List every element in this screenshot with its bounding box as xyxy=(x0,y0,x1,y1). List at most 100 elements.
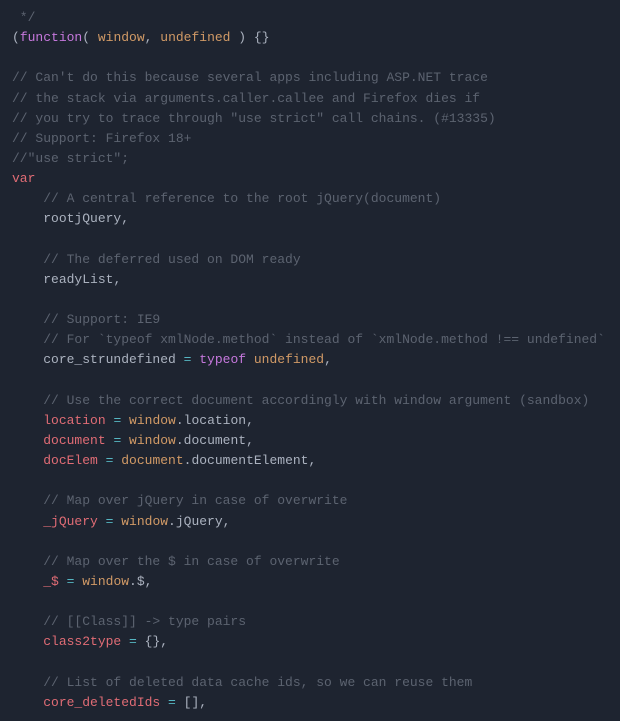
code-token: = xyxy=(98,453,121,468)
code-token: .location, xyxy=(176,413,254,428)
code-line: // Use the correct document accordingly … xyxy=(12,391,608,411)
code-token: // Support: IE9 xyxy=(12,312,160,327)
code-line: (function( window, undefined ) {} xyxy=(12,28,608,48)
code-token: window xyxy=(129,413,176,428)
code-line: core_strundefined = typeof undefined, xyxy=(12,350,608,370)
code-line: // you try to trace through "use strict"… xyxy=(12,109,608,129)
code-token: .document, xyxy=(176,433,254,448)
code-token: document xyxy=(43,433,105,448)
code-token: readyList xyxy=(43,272,113,287)
code-line: // For `typeof xmlNode.method` instead o… xyxy=(12,330,608,350)
code-token: [] xyxy=(184,695,200,710)
code-token: // List of deleted data cache ids, so we… xyxy=(12,675,472,690)
code-token: ( xyxy=(12,30,20,45)
code-token: .$, xyxy=(129,574,152,589)
code-token: window xyxy=(98,30,145,45)
code-line xyxy=(12,48,608,68)
code-token: , xyxy=(113,272,121,287)
code-token: = xyxy=(106,413,129,428)
code-token: var xyxy=(12,171,35,186)
code-token xyxy=(12,634,43,649)
code-token: .documentElement, xyxy=(184,453,317,468)
code-token: // For `typeof xmlNode.method` xyxy=(12,332,285,347)
code-token: , xyxy=(199,695,207,710)
code-line: core_deletedIds = [], xyxy=(12,693,608,713)
code-line xyxy=(12,532,608,552)
code-token: // The deferred used on DOM ready xyxy=(12,252,301,267)
code-token xyxy=(12,453,43,468)
code-token xyxy=(12,574,43,589)
code-line: document = window.document, xyxy=(12,431,608,451)
code-token: // the stack via arguments.caller.callee… xyxy=(12,91,480,106)
code-token: //"use strict"; xyxy=(12,151,129,166)
code-token: , xyxy=(160,634,168,649)
code-token: location xyxy=(43,413,105,428)
code-token xyxy=(12,695,43,710)
code-token: } xyxy=(262,30,270,45)
code-token: // Map over jQuery in case of overwrite xyxy=(12,493,347,508)
code-token: = xyxy=(176,352,199,367)
code-editor: */ (function( window, undefined ) {} // C… xyxy=(0,0,620,721)
code-line: // the stack via arguments.caller.callee… xyxy=(12,89,608,109)
code-token: window xyxy=(129,433,176,448)
code-line: var xyxy=(12,169,608,189)
code-line: // Support: IE9 xyxy=(12,310,608,330)
code-token: // you try to trace through "use strict"… xyxy=(12,111,496,126)
code-token: instead of xyxy=(285,332,363,347)
code-line: // [[Class]] -> type pairs xyxy=(12,612,608,632)
code-token: , xyxy=(145,30,161,45)
code-line: // List of deleted data cache ids, so we… xyxy=(12,673,608,693)
code-token: // Use the correct document accordingly … xyxy=(12,393,589,408)
code-token: core_strundefined xyxy=(43,352,176,367)
code-token: `xmlNode.method !== undefined` xyxy=(363,332,605,347)
code-token: typeof xyxy=(199,352,246,367)
code-token: // [[Class]] -> type pairs xyxy=(12,614,246,629)
code-token: ) xyxy=(230,30,253,45)
code-token: // Can't do this because several apps in… xyxy=(12,70,488,85)
code-token: docElem xyxy=(43,453,98,468)
code-token: document xyxy=(121,453,183,468)
code-line: location = window.location, xyxy=(12,411,608,431)
code-line: // Map over jQuery in case of overwrite xyxy=(12,491,608,511)
code-token: .jQuery, xyxy=(168,514,230,529)
code-token: undefined xyxy=(160,30,230,45)
code-token: {} xyxy=(145,634,161,649)
code-token: = xyxy=(121,634,144,649)
code-line: readyList, xyxy=(12,270,608,290)
code-line: // Support: Firefox 18+ xyxy=(12,129,608,149)
code-token xyxy=(12,272,43,287)
code-token: = xyxy=(160,695,183,710)
code-token: _$ xyxy=(43,574,59,589)
code-line: class2type = {}, xyxy=(12,632,608,652)
code-line xyxy=(12,471,608,491)
code-token: = xyxy=(59,574,82,589)
code-line: // Can't do this because several apps in… xyxy=(12,68,608,88)
code-token: , xyxy=(121,211,129,226)
code-line: // The deferred used on DOM ready xyxy=(12,250,608,270)
code-line: // A central reference to the root jQuer… xyxy=(12,189,608,209)
code-token: _jQuery xyxy=(43,514,98,529)
code-token: = xyxy=(106,433,129,448)
code-line xyxy=(12,371,608,391)
code-token xyxy=(12,352,43,367)
code-line: // Map over the $ in case of overwrite xyxy=(12,552,608,572)
code-line: docElem = document.documentElement, xyxy=(12,451,608,471)
code-line xyxy=(12,230,608,250)
code-token: // Support: Firefox 18+ xyxy=(12,131,191,146)
code-token: { xyxy=(254,30,262,45)
code-token xyxy=(12,433,43,448)
code-line: //"use strict"; xyxy=(12,149,608,169)
code-token: , xyxy=(324,352,332,367)
code-token: rootjQuery xyxy=(43,211,121,226)
code-token xyxy=(12,413,43,428)
code-token: class2type xyxy=(43,634,121,649)
code-line xyxy=(12,653,608,673)
code-token: */ xyxy=(12,10,35,25)
code-token xyxy=(12,211,43,226)
code-token: window xyxy=(121,514,168,529)
code-token: core_deletedIds xyxy=(43,695,160,710)
code-token: window xyxy=(82,574,129,589)
code-token xyxy=(12,514,43,529)
code-token: undefined xyxy=(254,352,324,367)
code-token xyxy=(246,352,254,367)
